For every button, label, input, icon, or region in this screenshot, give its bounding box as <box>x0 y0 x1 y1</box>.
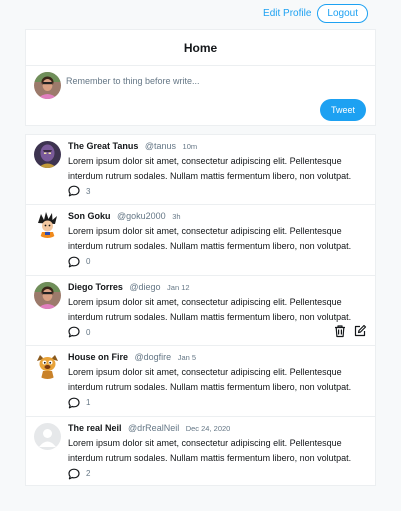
tweet-time: 10m <box>182 142 198 151</box>
logout-button[interactable]: Logout <box>317 4 368 23</box>
tweet-actions: 0 <box>68 255 367 269</box>
tweet-text: Lorem ipsum dolor sit amet, consectetur … <box>68 226 352 252</box>
reply-count: 3 <box>86 186 91 196</box>
tweet-actions: 0 <box>68 325 367 339</box>
tweet-text: Lorem ipsum dolor sit amet, consectetur … <box>68 156 352 181</box>
tweet-time: Jan 5 <box>177 353 197 363</box>
dog-avatar[interactable] <box>34 352 61 380</box>
tweet-actions: 2 <box>68 467 367 481</box>
user-photo-avatar <box>34 72 61 99</box>
compose-box: Tweet <box>26 66 375 126</box>
tweet-handle[interactable]: @drRealNeil <box>128 423 179 433</box>
reply-count: 0 <box>86 257 91 267</box>
tweet-handle[interactable]: @tanus <box>145 141 176 151</box>
spiky-hair-avatar[interactable] <box>34 211 61 239</box>
compose-input[interactable] <box>66 76 326 86</box>
reply-count: 0 <box>86 327 91 337</box>
tweet-actions: 3 <box>68 184 367 198</box>
tweet-item: Son Goku @goku2000 3h Lorem ipsum dolor … <box>26 205 375 276</box>
speech-bubble-icon[interactable] <box>68 326 80 338</box>
tweet-time: 3h <box>172 212 181 222</box>
tweet-button[interactable]: Tweet <box>319 99 366 121</box>
edit-profile-link[interactable]: Edit Profile <box>263 8 311 19</box>
speech-bubble-icon[interactable] <box>68 185 80 197</box>
tweet-item: Diego Torres @diego Jan 12 Lorem ipsum d… <box>26 276 375 347</box>
trash-icon[interactable] <box>333 324 347 338</box>
tweet-author[interactable]: Diego Torres <box>68 282 123 292</box>
owner-actions <box>333 324 367 338</box>
tweet-text: Lorem ipsum dolor sit amet, consectetur … <box>68 437 352 463</box>
edit-icon[interactable] <box>353 324 367 338</box>
tweet-author[interactable]: The Great Tanus <box>68 141 138 151</box>
speech-bubble-icon[interactable] <box>68 397 80 409</box>
top-nav: Edit Profile Logout <box>263 4 368 23</box>
tweet-handle[interactable]: @diego <box>129 282 160 292</box>
tweet-item: The real Neil @drRealNeil Dec 24, 2020 L… <box>26 417 375 487</box>
reply-count: 2 <box>86 469 91 479</box>
tweet-author[interactable]: Son Goku <box>68 211 111 221</box>
tweet-time: Dec 24, 2020 <box>185 423 231 433</box>
tweet-time: Jan 12 <box>167 282 190 292</box>
tweet-feed: The Great Tanus @tanus 10m Lorem ipsum d… <box>25 134 376 486</box>
tweet-handle[interactable]: @goku2000 <box>117 211 166 221</box>
tweet-item: The Great Tanus @tanus 10m Lorem ipsum d… <box>26 135 375 206</box>
default-avatar[interactable] <box>34 422 61 450</box>
tweet-content: The real Neil @drRealNeil Dec 24, 2020 L… <box>68 423 367 466</box>
tweet-actions: 1 <box>68 396 367 410</box>
purple-villain-avatar[interactable] <box>34 141 61 168</box>
tweet-text: Lorem ipsum dolor sit amet, consectetur … <box>68 367 352 393</box>
reply-count: 1 <box>86 398 91 408</box>
tweet-text: Lorem ipsum dolor sit amet, consectetur … <box>68 296 352 322</box>
page-title: Home <box>26 30 375 66</box>
tweet-author[interactable]: The real Neil <box>68 423 122 433</box>
tweet-content: House on Fire @dogfire Jan 5 Lorem ipsum… <box>68 352 367 395</box>
tweet-handle[interactable]: @dogfire <box>135 352 172 362</box>
tweet-content: Son Goku @goku2000 3h Lorem ipsum dolor … <box>68 211 367 254</box>
speech-bubble-icon[interactable] <box>68 256 80 268</box>
tweet-item: House on Fire @dogfire Jan 5 Lorem ipsum… <box>26 346 375 417</box>
tweet-author[interactable]: House on Fire <box>68 352 128 362</box>
tweet-content: The Great Tanus @tanus 10m Lorem ipsum d… <box>68 141 367 184</box>
tweet-content: Diego Torres @diego Jan 12 Lorem ipsum d… <box>68 282 367 325</box>
home-panel: Home Tweet <box>25 29 376 126</box>
user-photo-avatar[interactable] <box>34 281 61 309</box>
speech-bubble-icon[interactable] <box>68 468 80 480</box>
